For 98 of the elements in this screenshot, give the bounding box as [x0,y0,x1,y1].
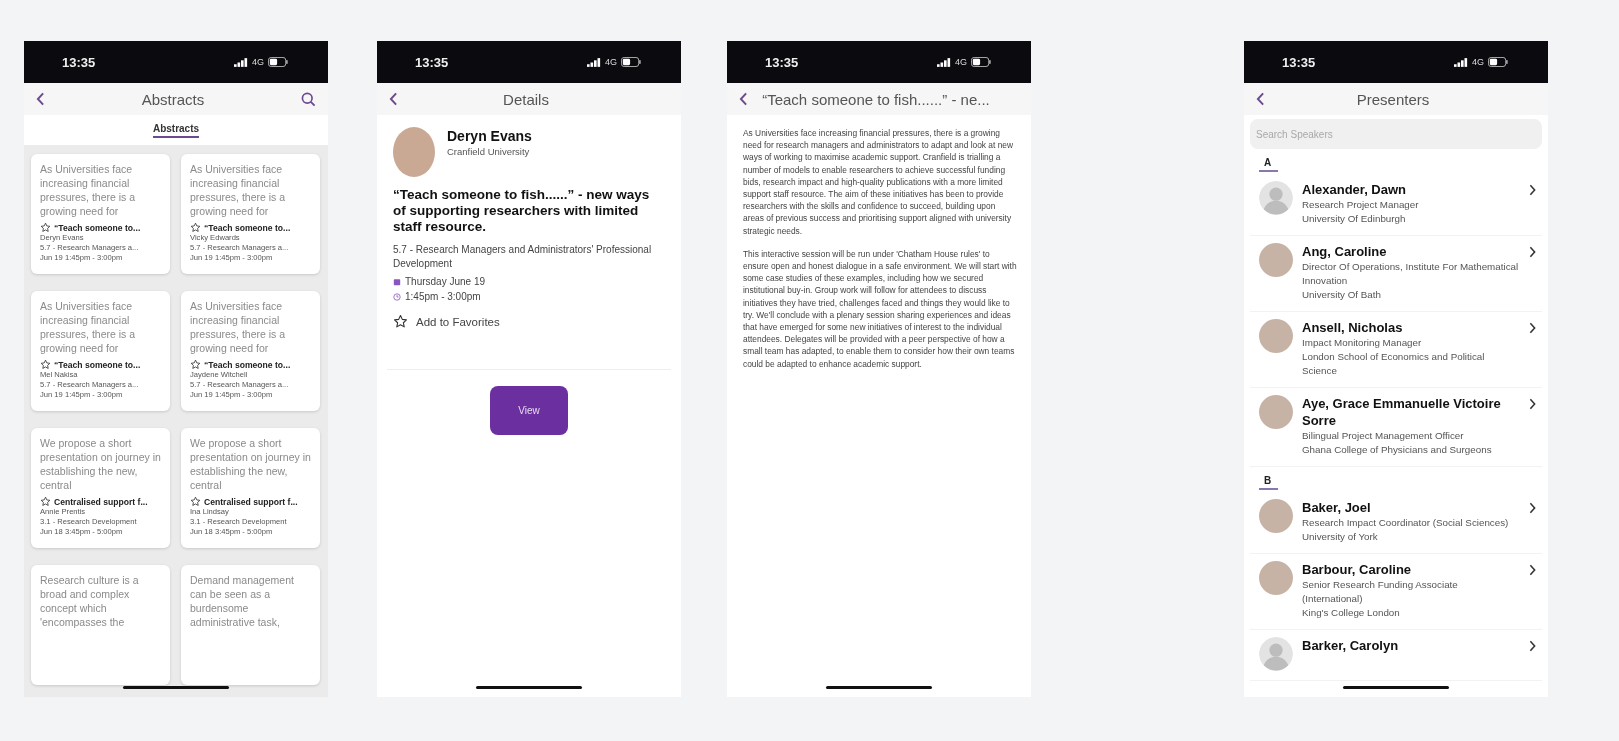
battery-icon [971,57,991,67]
session-date: Thursday June 19 [405,276,486,287]
tab[interactable]: Abstracts [152,122,200,138]
presenter-detail: Research Project Manager [1302,198,1420,212]
clock-icon [393,292,401,301]
abstract-card[interactable]: Research culture is a broad and complex concept which 'encompasses the [31,565,170,685]
session-name: 5.7 - Research Managers and Administrators' Professional Development [393,243,653,271]
abstract-card[interactable]: Demand management can be seen as a burdensome administrative task, [181,565,320,685]
abstract-preview: We propose a short presentation on journey in establishing the new, central [40,436,162,492]
chevron-right-icon [1529,502,1536,514]
abstract-preview: Demand management can be seen as a burdensome administrative task, [190,573,295,629]
presenter-name: Baker, Joel [1302,499,1372,516]
star-icon[interactable] [40,496,51,507]
back-icon[interactable] [36,92,45,106]
back-icon[interactable] [739,92,748,106]
status-time: 13:35 [62,54,96,70]
star-icon[interactable] [40,359,51,370]
presenter-row[interactable]: Barker, Carolyn [1250,630,1542,681]
chevron-right-icon [1529,564,1536,576]
abstract-preview: As Universities face increasing financial pressures, there is a growing need for [190,162,287,218]
abstract-preview: We propose a short presentation on journey in establishing the new, central [190,436,312,492]
presenter-detail: Impact Monitoring Manager [1302,336,1423,350]
presenter-name: Ansell, Nicholas [1302,319,1404,336]
signal-icon [234,57,248,67]
status-time: 13:35 [765,54,799,70]
back-icon[interactable] [1256,92,1265,106]
network-label: 4G [252,57,264,67]
chevron-right-icon [1529,322,1536,334]
view-button[interactable]: View [490,386,568,435]
presenter-row[interactable]: Alexander, Dawn Research Project Manager University Of Edinburgh [1250,174,1542,236]
presenter-detail: King's College London [1302,606,1401,620]
search-icon[interactable] [301,91,316,107]
screen-title: Details [502,90,550,108]
star-icon[interactable] [190,222,201,233]
abstract-title: “Teach someone to... [54,222,141,233]
battery-icon [621,57,641,67]
presenter-name: Barker, Carolyn [1302,637,1400,654]
avatar-placeholder [393,127,435,177]
chevron-right-icon [1529,246,1536,258]
presenter-detail: University Of Bath [1302,288,1382,302]
session-time: 1:45pm - 3:00pm [405,291,481,302]
back-icon[interactable] [389,92,398,106]
presenter-affiliation: Cranfield University [447,146,531,157]
add-to-favorites-link[interactable]: Add to Favorites [416,315,500,328]
abstract-preview: Research culture is a broad and complex concept which 'encompasses the [40,573,140,629]
presenter-name: Ang, Caroline [1302,243,1388,260]
signal-icon [587,57,601,67]
presenter-detail: Director Of Operations, Institute For Mathematical Innovation [1302,260,1520,288]
presenter-detail: Ghana College of Physicians and Surgeons [1302,443,1493,457]
section-letter: B [1259,475,1279,490]
presenter-name: Barbour, Caroline [1302,561,1413,578]
network-label: 4G [1472,57,1484,67]
presenter-row[interactable]: Ansell, Nicholas Impact Monitoring Manager London School of Economics and Political Science [1250,312,1542,388]
status-time: 13:35 [1282,54,1316,70]
signal-icon [1454,57,1468,67]
abstract-title: “Teach someone to fish......” - new ways of supporting researchers with limited staff resource. [393,187,651,235]
presenter-name: Aye, Grace Emmanuelle Victoire Sorre [1302,395,1502,429]
presenter-name: Alexander, Dawn [1302,181,1408,198]
chevron-right-icon [1529,184,1536,196]
abstract-title: “Teach someone to... [54,359,141,370]
presenter-name: Deryn Evans [447,128,532,144]
presenter-row[interactable]: Baker, Joel Research Impact Coordinator (Social Sciences) University of York [1250,492,1542,554]
screen-title: “Teach someone to fish......” - ne... [761,90,991,108]
battery-icon [1488,57,1508,67]
abstract-paragraph: This interactive session will be run under 'Chatham House rules' to ensure open and honest dialogue in a safe environment. We will start with some case studies of these examples, including how we secured institutional buy-in. Group work will follow for attendees to discuss initiatives they have tried, challenges faced and things they would like to try. We'll conclude with a plenary session sharing experiences and ideas that have emerged for some new initiatives of interest to the individual attendees. Delegates will be provided with a peer perspective of how a small team has adapted, to enable them to consider how their own teams could be adapted to enhance academic support. [743,247,1017,370]
presenter-detail: Research Impact Coordinator (Social Sciences) [1302,516,1510,530]
presenter-row[interactable]: Barbour, Caroline Senior Research Funding Associate (International) King's College London [1250,554,1542,630]
presenter-detail: University Of Edinburgh [1302,212,1407,226]
star-icon[interactable] [190,359,201,370]
network-label: 4G [955,57,967,67]
calendar-icon [393,277,401,286]
abstract-paragraph: As Universities face increasing financial pressures, there is a growing need for research managers and administrators to adapt and look at new ways of working to maximise academic support. Cranfield is trialling a number of models to enable researchers to achieve successful funding bids, research impact and high-quality publications with a more limited support staff resource. The aim of these initiatives has been to provide researchers with the skills and confidence to succeed, building upon areas of previous success and prioritising support aligned with university strategic needs. [743,127,1015,237]
abstract-title: Centralised support f... [204,496,298,507]
abstract-title: “Teach someone to... [204,359,291,370]
status-time: 13:35 [415,54,449,70]
network-label: 4G [605,57,617,67]
star-icon[interactable] [40,222,51,233]
presenter-row[interactable]: Ang, Caroline Director Of Operations, Institute For Mathematical Innovation University Of Bath [1250,236,1542,312]
screen-title: Presenters [1355,90,1431,108]
presenter-detail: Senior Research Funding Associate (International) [1302,578,1459,606]
presenter-detail: Bilingual Project Management Officer [1302,429,1465,443]
presenter-row[interactable]: Aye, Grace Emmanuelle Victoire Sorre Bilingual Project Management Officer Ghana College of Physicians and Surgeons [1250,388,1542,467]
screen-title: Abstracts [140,90,206,108]
section-letter: A [1259,157,1279,172]
chevron-right-icon [1529,640,1536,652]
chevron-right-icon [1529,398,1536,410]
star-icon[interactable] [393,314,408,329]
abstract-title: “Teach someone to... [204,222,291,233]
abstract-preview: As Universities face increasing financial pressures, there is a growing need for [40,162,137,218]
abstract-title: Centralised support f... [54,496,148,507]
battery-icon [268,57,288,67]
abstract-preview: As Universities face increasing financial pressures, there is a growing need for [40,299,137,355]
star-icon[interactable] [190,496,201,507]
presenter-detail: University of York [1302,530,1379,544]
signal-icon [937,57,951,67]
abstract-preview: As Universities face increasing financial pressures, there is a growing need for [190,299,287,355]
search-field[interactable]: Search Speakers [1250,119,1542,149]
presenter-detail: London School of Economics and Political Science [1302,350,1486,378]
